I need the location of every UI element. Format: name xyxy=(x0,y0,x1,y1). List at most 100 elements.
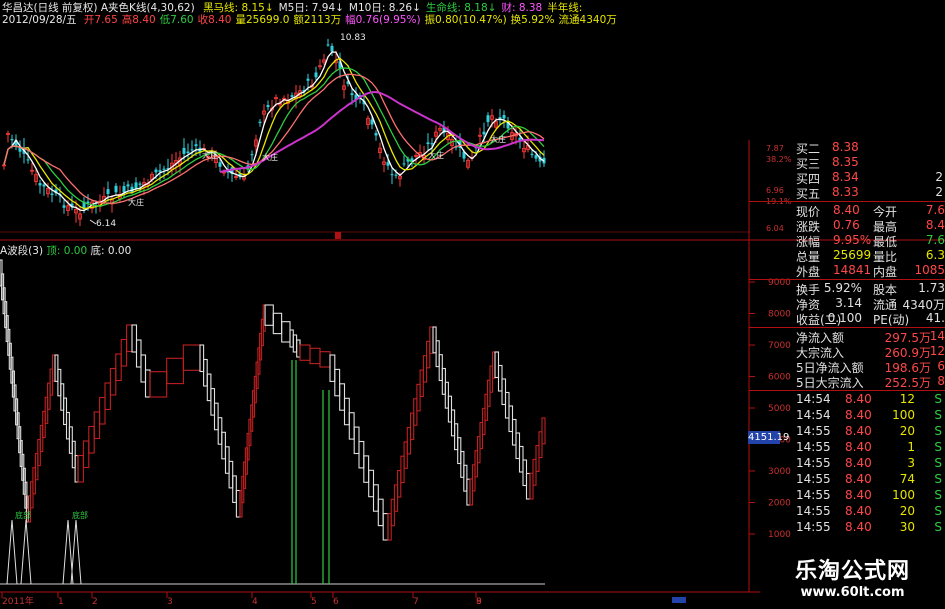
wave-box xyxy=(353,426,360,455)
candle-body xyxy=(486,115,490,123)
wave-box xyxy=(368,469,375,498)
tick-time: 14:55 xyxy=(796,424,831,438)
wave-box xyxy=(281,321,291,343)
wave-box xyxy=(120,338,128,367)
tick-side: S xyxy=(934,504,942,518)
tick-row: 14:55 8.40 20 S xyxy=(749,424,945,439)
wave-box xyxy=(104,382,111,411)
annotation-label: 大庄 xyxy=(128,197,144,207)
x-axis-label: 2011年 xyxy=(2,595,34,607)
candle-body xyxy=(426,142,430,145)
panel-separator xyxy=(749,327,945,328)
tick-time: 14:55 xyxy=(796,488,831,502)
bid-row[interactable]: 买二 8.38 xyxy=(749,140,945,156)
candle-body xyxy=(386,162,390,166)
wave-box xyxy=(363,455,370,483)
candle-body xyxy=(394,174,398,176)
fin-label: PE(动) xyxy=(873,313,910,327)
stat-value: 0.76 xyxy=(833,218,860,232)
candle-body xyxy=(374,133,378,136)
bottom-signal-label: 底部 xyxy=(15,510,31,520)
flow-value: 252.5万 xyxy=(884,376,931,390)
sub-chart-title[interactable]: A波段(3) xyxy=(0,245,43,257)
panel-separator xyxy=(749,201,945,202)
candle-body xyxy=(306,78,310,81)
wave-box xyxy=(221,431,226,460)
wave-box xyxy=(309,347,321,365)
tick-row: 14:55 8.40 30 S xyxy=(749,520,945,535)
wave-box xyxy=(272,312,283,335)
tick-row: 14:54 8.40 100 S xyxy=(749,408,945,423)
tick-price: 8.40 xyxy=(845,488,872,502)
wave-box xyxy=(358,440,365,469)
candle-body xyxy=(218,162,222,167)
stat-value: 14841 xyxy=(833,263,872,277)
candle-body xyxy=(154,169,158,173)
candle-body xyxy=(534,155,538,159)
stat-value: 8.4 xyxy=(925,218,945,232)
tick-price: 8.40 xyxy=(845,456,872,470)
bid-row[interactable]: 买五 8.33 2 xyxy=(749,185,945,201)
bid-row[interactable]: 买三 8.35 xyxy=(749,155,945,171)
candle-body xyxy=(250,154,254,156)
bid-volume: 2 xyxy=(935,170,943,184)
tick-time: 14:55 xyxy=(796,520,831,534)
life-line xyxy=(3,67,545,207)
stat-label: 内盘 xyxy=(873,265,898,279)
wave-box xyxy=(343,397,350,426)
bid-price: 8.35 xyxy=(832,155,859,169)
tick-time: 14:55 xyxy=(796,456,831,470)
quote-item-7: 振0.80(10.47%) xyxy=(424,14,507,26)
wave-box xyxy=(135,339,142,368)
bid-row[interactable]: 买四 8.34 2 xyxy=(749,170,945,186)
fin-value: 5.92% xyxy=(823,281,862,295)
x-axis-label: 9 xyxy=(476,597,482,607)
tick-side: S xyxy=(934,408,942,422)
stat-value: 25699 xyxy=(833,248,872,262)
candle-body xyxy=(106,189,110,194)
tick-time: 14:54 xyxy=(796,392,831,406)
wave-box xyxy=(140,354,147,383)
candle-body xyxy=(430,143,434,145)
tick-price: 8.40 xyxy=(845,440,872,454)
quote-item-1: 高8.40 xyxy=(121,14,156,26)
tick-price: 8.40 xyxy=(845,472,872,486)
divider-marker xyxy=(335,232,341,239)
tick-volume: 100 xyxy=(892,488,915,502)
tick-time: 14:54 xyxy=(796,408,831,422)
x-axis-label: 4 xyxy=(252,597,258,607)
tick-side: S xyxy=(934,456,942,470)
fin-value: 41. xyxy=(925,311,945,325)
candle-body xyxy=(370,119,374,125)
bottom-signal xyxy=(20,519,32,585)
fin-value: 1.73 xyxy=(918,281,945,295)
quote-item-0: 开7.65 xyxy=(83,14,118,26)
flow-row: 5日大宗流入 252.5万 8 xyxy=(749,374,945,390)
candle-body xyxy=(190,149,194,151)
quote-item-3: 收8.40 xyxy=(197,14,232,26)
candle-body xyxy=(330,45,334,52)
candle-body xyxy=(62,205,66,208)
stat-row: 涨跌 0.76 最高 8.4 xyxy=(749,218,945,234)
low-price-label: 6.14 xyxy=(96,219,116,229)
candle-body xyxy=(26,159,30,161)
wave-box xyxy=(203,358,208,387)
annotation-label: 大庄 xyxy=(490,134,506,144)
stat-row: 总量 25699 量比 6.3 xyxy=(749,248,945,264)
stat-value: 1085 xyxy=(914,263,945,277)
flow-extra: 8 xyxy=(937,374,945,388)
tick-time: 14:55 xyxy=(796,504,831,518)
flow-extra: 12 xyxy=(929,344,945,358)
flow-extra: 14 xyxy=(929,329,945,343)
wave-box xyxy=(82,440,90,469)
candle-body xyxy=(314,72,318,78)
watermark-url[interactable]: www.60lt.com xyxy=(760,585,945,600)
candle-body xyxy=(482,131,486,135)
bottom-signal xyxy=(6,519,18,585)
wave-box xyxy=(264,304,274,326)
tick-price: 8.40 xyxy=(845,520,872,534)
bottom-value: 底: 0.00 xyxy=(90,245,132,257)
quote-line: 2012/09/28/五 开7.65 高8.40 低7.60 收8.40 量25699.… xyxy=(2,12,617,27)
candle-body xyxy=(126,184,130,187)
fin-row: 净资 3.14 流通 4340万 xyxy=(749,296,945,312)
